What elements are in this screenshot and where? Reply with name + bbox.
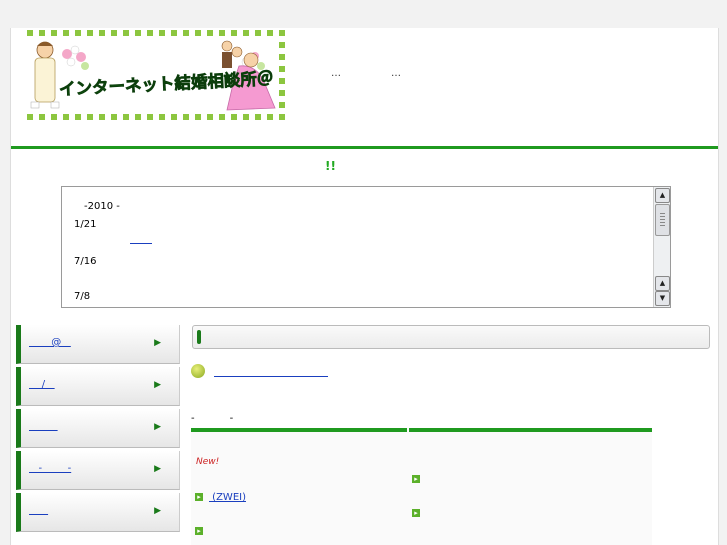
arrow-bullet-icon: ▸ bbox=[195, 493, 203, 501]
sidebar-item-2[interactable]: / ▶ bbox=[16, 367, 180, 406]
header-dot-2: … bbox=[391, 68, 401, 79]
scroll-page-up-button[interactable]: ▲ bbox=[655, 276, 670, 291]
news-date-2: 7/16 bbox=[74, 256, 97, 267]
progress-fill bbox=[197, 330, 201, 344]
scroll-down-button[interactable]: ▼ bbox=[655, 291, 670, 306]
couple-small-illustration bbox=[221, 40, 243, 68]
play-arrow-icon: ▶ bbox=[154, 338, 161, 348]
sidebar-item-label[interactable] bbox=[29, 505, 48, 516]
new-badge: New! bbox=[196, 457, 220, 467]
site-header: インターネット結婚相談所＠ …… bbox=[11, 28, 718, 146]
sidebar-item-label[interactable] bbox=[29, 421, 58, 432]
news-box: -2010 - 1/21 7/16 7/8 ▲ ▲ ▼ bbox=[61, 186, 671, 308]
groom-illustration bbox=[30, 41, 60, 109]
site-logo-banner[interactable]: インターネット結婚相談所＠ bbox=[25, 30, 287, 122]
header-divider bbox=[11, 146, 718, 149]
sidebar-item-4[interactable]: - - ▶ bbox=[16, 451, 180, 490]
arrow-bullet-icon: ▸ bbox=[412, 509, 420, 517]
list-item[interactable]: New! bbox=[196, 456, 219, 467]
page-container: インターネット結婚相談所＠ …… !! -2010 - 1/21 7/16 7/… bbox=[10, 28, 719, 545]
table-header-left bbox=[191, 428, 407, 432]
sidebar-item-label[interactable]: / bbox=[29, 379, 55, 390]
globe-icon bbox=[191, 364, 205, 378]
scroll-thumb[interactable] bbox=[655, 204, 670, 236]
list-item[interactable]: ▸ bbox=[412, 474, 426, 485]
site-link[interactable] bbox=[214, 368, 328, 377]
sidebar-item-label[interactable]: - - bbox=[29, 463, 72, 474]
play-arrow-icon: ▶ bbox=[154, 380, 161, 390]
table-header-right bbox=[409, 428, 652, 432]
sidebar-item-1[interactable]: @ ▶ bbox=[16, 325, 180, 364]
header-nav-dots: …… bbox=[331, 68, 451, 79]
list-item[interactable]: ▸ bbox=[195, 526, 209, 537]
news-date-1: 1/21 bbox=[74, 219, 97, 230]
sidebar-item-label[interactable]: @ bbox=[29, 337, 71, 348]
loading-progress-bar bbox=[192, 325, 710, 349]
section-title: - - bbox=[191, 413, 234, 424]
list-item[interactable]: ▸ (ZWEI) bbox=[195, 492, 246, 503]
sidebar-item-5[interactable]: ▶ bbox=[16, 493, 180, 532]
news-link-1[interactable] bbox=[130, 235, 152, 244]
arrow-bullet-icon: ▸ bbox=[195, 527, 203, 535]
headline-alert: !! bbox=[325, 159, 336, 173]
news-scrollbar[interactable]: ▲ ▲ ▼ bbox=[653, 187, 670, 307]
sidebar-item-3[interactable]: ▶ bbox=[16, 409, 180, 448]
play-arrow-icon: ▶ bbox=[154, 422, 161, 432]
news-date-3: 7/8 bbox=[74, 291, 91, 302]
list-item-link[interactable]: (ZWEI) bbox=[209, 492, 246, 503]
play-arrow-icon: ▶ bbox=[154, 464, 161, 474]
scroll-up-button[interactable]: ▲ bbox=[655, 188, 670, 203]
sidebar-menu: @ ▶ / ▶ ▶ - - ▶ ▶ bbox=[16, 325, 180, 535]
play-arrow-icon: ▶ bbox=[154, 506, 161, 516]
news-year-label: -2010 - bbox=[84, 201, 120, 212]
header-dot-1: … bbox=[331, 68, 341, 79]
link-table: New! ▸ (ZWEI) ▸ ▸ ▸ bbox=[191, 428, 652, 545]
arrow-bullet-icon: ▸ bbox=[412, 475, 420, 483]
list-item[interactable]: ▸ bbox=[412, 508, 426, 519]
